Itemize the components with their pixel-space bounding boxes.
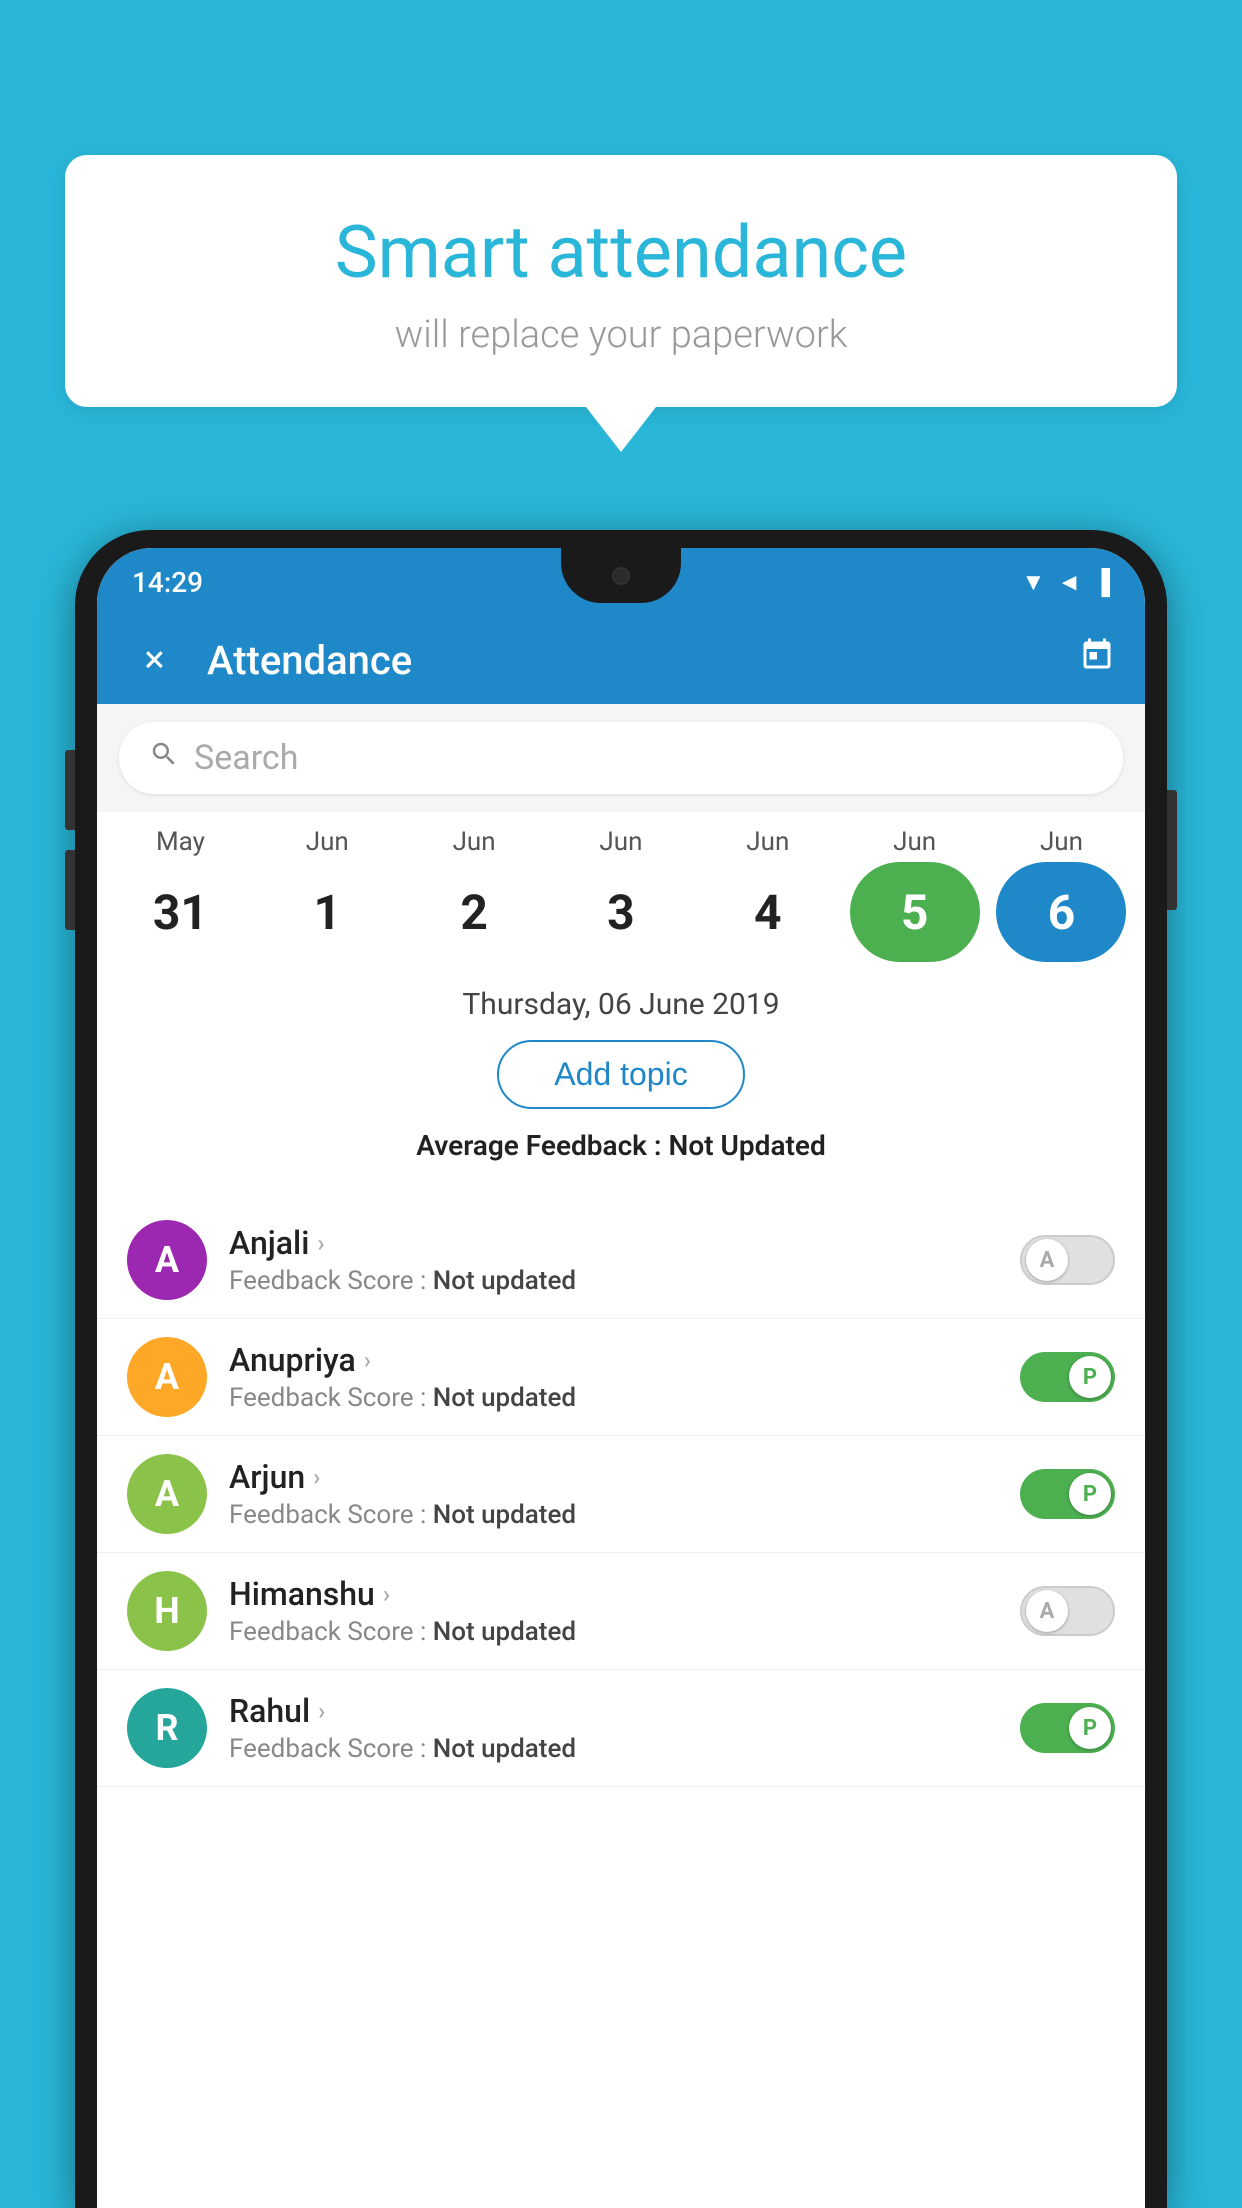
avg-feedback-label: Average Feedback :	[416, 1129, 668, 1162]
app-bar-title: Attendance	[207, 637, 1079, 684]
toggle-thumb: A	[1026, 1590, 1068, 1632]
cal-date-2[interactable]: 2	[409, 862, 539, 962]
student-avatar: A	[127, 1220, 207, 1300]
volume-down-button[interactable]	[65, 850, 75, 930]
feedback-value: Not updated	[433, 1734, 576, 1764]
toggle-thumb: P	[1069, 1473, 1111, 1515]
attendance-toggle[interactable]: A	[1020, 1586, 1115, 1636]
student-info: Arjun › Feedback Score : Not updated	[229, 1458, 1020, 1530]
student-name[interactable]: Himanshu ›	[229, 1575, 1020, 1613]
student-info: Anupriya › Feedback Score : Not updated	[229, 1341, 1020, 1413]
toggle-track[interactable]: P	[1020, 1469, 1115, 1519]
speech-bubble-title: Smart attendance	[125, 210, 1117, 295]
student-feedback: Feedback Score : Not updated	[229, 1734, 1020, 1764]
toggle-track[interactable]: P	[1020, 1703, 1115, 1753]
student-feedback: Feedback Score : Not updated	[229, 1500, 1020, 1530]
feedback-value: Not updated	[433, 1266, 576, 1296]
cal-month-3: Jun	[556, 827, 686, 857]
search-bar[interactable]: Search	[119, 722, 1123, 794]
search-icon	[149, 739, 179, 777]
cal-month-4: Jun	[703, 827, 833, 857]
student-info: Rahul › Feedback Score : Not updated	[229, 1692, 1020, 1764]
cal-month-1: Jun	[262, 827, 392, 857]
student-name[interactable]: Anjali ›	[229, 1224, 1020, 1262]
toggle-track[interactable]: A	[1020, 1586, 1115, 1636]
student-feedback: Feedback Score : Not updated	[229, 1383, 1020, 1413]
content-area: Thursday, 06 June 2019 Add topic Average…	[97, 967, 1145, 1202]
calendar-months: May Jun Jun Jun Jun Jun Jun	[107, 827, 1135, 857]
notch	[561, 548, 681, 603]
signal-icon: ◄	[1057, 568, 1081, 597]
attendance-toggle[interactable]: P	[1020, 1703, 1115, 1753]
chevron-right-icon: ›	[313, 1463, 320, 1491]
close-button[interactable]: ×	[127, 638, 182, 682]
cal-month-2: Jun	[409, 827, 539, 857]
attendance-toggle[interactable]: P	[1020, 1352, 1115, 1402]
avg-feedback-value: Not Updated	[669, 1129, 826, 1162]
feedback-value: Not updated	[433, 1383, 576, 1413]
chevron-right-icon: ›	[383, 1580, 390, 1608]
toggle-thumb: A	[1026, 1239, 1068, 1281]
cal-month-6: Jun	[996, 827, 1126, 857]
student-item: A Anupriya › Feedback Score : Not update…	[97, 1319, 1145, 1436]
status-icons: ▼ ◄ ▐	[1021, 568, 1110, 597]
volume-up-button[interactable]	[65, 750, 75, 830]
student-feedback: Feedback Score : Not updated	[229, 1266, 1020, 1296]
toggle-track[interactable]: A	[1020, 1235, 1115, 1285]
student-item: A Arjun › Feedback Score : Not updated P	[97, 1436, 1145, 1553]
camera	[612, 567, 630, 585]
student-item: A Anjali › Feedback Score : Not updated …	[97, 1202, 1145, 1319]
battery-icon: ▐	[1093, 568, 1110, 597]
calendar-strip: May Jun Jun Jun Jun Jun Jun 31 1 2 3 4 5…	[97, 812, 1145, 967]
toggle-thumb: P	[1069, 1356, 1111, 1398]
app-bar: × Attendance	[97, 616, 1145, 704]
student-info: Anjali › Feedback Score : Not updated	[229, 1224, 1020, 1296]
cal-date-3[interactable]: 3	[556, 862, 686, 962]
student-info: Himanshu › Feedback Score : Not updated	[229, 1575, 1020, 1647]
speech-bubble-subtitle: will replace your paperwork	[125, 313, 1117, 357]
selected-date-label: Thursday, 06 June 2019	[127, 987, 1115, 1022]
cal-date-1[interactable]: 1	[262, 862, 392, 962]
speech-bubble: Smart attendance will replace your paper…	[65, 155, 1177, 407]
search-container: Search	[97, 704, 1145, 812]
chevron-right-icon: ›	[317, 1229, 324, 1257]
calendar-dates: 31 1 2 3 4 5 6	[107, 862, 1135, 962]
cal-month-0: May	[115, 827, 245, 857]
student-item: R Rahul › Feedback Score : Not updated P	[97, 1670, 1145, 1787]
cal-date-6[interactable]: 6	[996, 862, 1126, 962]
average-feedback: Average Feedback : Not Updated	[127, 1129, 1115, 1162]
toggle-track[interactable]: P	[1020, 1352, 1115, 1402]
wifi-icon: ▼	[1021, 568, 1045, 597]
student-item: H Himanshu › Feedback Score : Not update…	[97, 1553, 1145, 1670]
student-name[interactable]: Arjun ›	[229, 1458, 1020, 1496]
cal-date-4[interactable]: 4	[703, 862, 833, 962]
student-feedback: Feedback Score : Not updated	[229, 1617, 1020, 1647]
feedback-value: Not updated	[433, 1617, 576, 1647]
phone-screen: 14:29 ▼ ◄ ▐ × Attendance	[97, 548, 1145, 2208]
speech-bubble-arrow	[586, 407, 656, 452]
student-name[interactable]: Rahul ›	[229, 1692, 1020, 1730]
attendance-toggle[interactable]: P	[1020, 1469, 1115, 1519]
student-avatar: H	[127, 1571, 207, 1651]
calendar-icon[interactable]	[1079, 637, 1115, 683]
power-button[interactable]	[1167, 790, 1177, 910]
attendance-toggle[interactable]: A	[1020, 1235, 1115, 1285]
add-topic-button[interactable]: Add topic	[497, 1040, 744, 1109]
chevron-right-icon: ›	[364, 1346, 371, 1374]
student-list: A Anjali › Feedback Score : Not updated …	[97, 1202, 1145, 1787]
cal-date-5[interactable]: 5	[850, 862, 980, 962]
toggle-thumb: P	[1069, 1707, 1111, 1749]
search-placeholder: Search	[194, 738, 298, 778]
student-avatar: A	[127, 1454, 207, 1534]
phone-frame: 14:29 ▼ ◄ ▐ × Attendance	[75, 530, 1167, 2208]
cal-date-31[interactable]: 31	[115, 862, 245, 962]
student-avatar: R	[127, 1688, 207, 1768]
cal-month-5: Jun	[850, 827, 980, 857]
feedback-value: Not updated	[433, 1500, 576, 1530]
chevron-right-icon: ›	[318, 1697, 325, 1725]
status-time: 14:29	[132, 566, 203, 599]
speech-bubble-container: Smart attendance will replace your paper…	[65, 155, 1177, 452]
student-name[interactable]: Anupriya ›	[229, 1341, 1020, 1379]
student-avatar: A	[127, 1337, 207, 1417]
